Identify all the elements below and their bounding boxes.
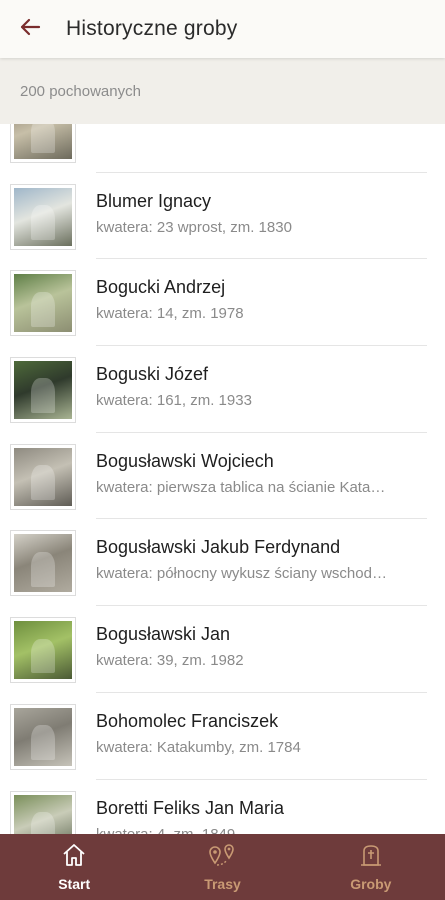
route-pins-icon [207, 843, 237, 872]
grave-name: Bogusławski Wojciech [96, 450, 274, 471]
grave-location: kwatera: 5, zm. 1854 [96, 124, 388, 127]
list-item[interactable]: Bogusławski Jan kwatera: 39, zm. 1982 [0, 606, 445, 693]
grave-photo [10, 124, 76, 163]
list-item[interactable]: kwatera: 5, zm. 1854 [0, 124, 445, 173]
app-bar: Historyczne groby [0, 0, 445, 58]
arrow-left-icon [19, 16, 41, 43]
grave-name: Bohomolec Franciszek [96, 710, 279, 731]
grave-name: Bogusławski Jan [96, 624, 231, 645]
list-item[interactable]: Boretti Feliks Jan Maria kwatera: 4, zm. … [0, 780, 445, 835]
list-item[interactable]: Boguski Józef kwatera: 161, zm. 1933 [0, 346, 445, 433]
nav-trasy[interactable]: Trasy [148, 834, 296, 900]
grave-name: Blumer Ignacy [96, 190, 212, 211]
list-item[interactable]: Blumer Ignacy kwatera: 23 wprost, zm. 183… [0, 173, 445, 260]
grave-photo [10, 703, 76, 770]
nav-trasy-label: Trasy [204, 875, 241, 892]
grave-location: kwatera: Katakumby, zm. 1784 [96, 738, 301, 756]
home-icon [61, 843, 87, 872]
grave-name: Boretti Feliks Jan Maria [96, 797, 285, 818]
grave-location: kwatera: 39, zm. 1982 [96, 652, 244, 670]
nav-groby-label: Groby [350, 875, 392, 892]
bottom-navigation: Start Trasy Groby [0, 834, 445, 900]
list-item[interactable]: Bogucki Andrzej kwatera: 14, zm. 1978 [0, 259, 445, 347]
result-count: 200 pochowanych [0, 58, 445, 124]
grave-photo [10, 270, 76, 337]
grave-location: kwatera: pierwsza tablica na ścianie Kat… [96, 478, 388, 496]
graves-list[interactable]: kwatera: 5, zm. 1854 Blumer Ignacy kwatera… [0, 124, 445, 834]
nav-start-label: Start [58, 875, 91, 892]
grave-location: kwatera: 23 wprost, zm. 1830 [96, 218, 292, 236]
grave-photo [10, 443, 76, 510]
grave-photo [10, 617, 76, 684]
list-item[interactable]: Bogusławski Wojciech kwatera: pierwsza ta… [0, 433, 445, 520]
grave-name: Bogucki Andrzej [96, 277, 226, 298]
grave-icon [358, 843, 384, 872]
nav-start[interactable]: Start [0, 834, 148, 900]
grave-location: kwatera: 161, zm. 1933 [96, 392, 252, 410]
grave-location: kwatera: 14, zm. 1978 [96, 305, 244, 323]
back-button[interactable] [0, 0, 60, 58]
grave-photo [10, 790, 76, 834]
grave-photo [10, 183, 76, 250]
page-title: Historyczne groby [66, 17, 238, 40]
grave-name: Boguski Józef [96, 364, 209, 385]
grave-name: Bogusławski Jakub Ferdynand [96, 537, 341, 558]
list-item[interactable]: Bogusławski Jakub Ferdynand kwatera: półn… [0, 519, 445, 607]
grave-photo [10, 357, 76, 424]
grave-location: kwatera: północny wykusz ściany wschodni… [96, 565, 388, 583]
list-item[interactable]: Bohomolec Franciszek kwatera: Katakumby, … [0, 693, 445, 780]
grave-location: kwatera: 4, zm. 1849 [96, 825, 236, 835]
grave-photo [10, 530, 76, 597]
nav-groby[interactable]: Groby [297, 834, 445, 900]
